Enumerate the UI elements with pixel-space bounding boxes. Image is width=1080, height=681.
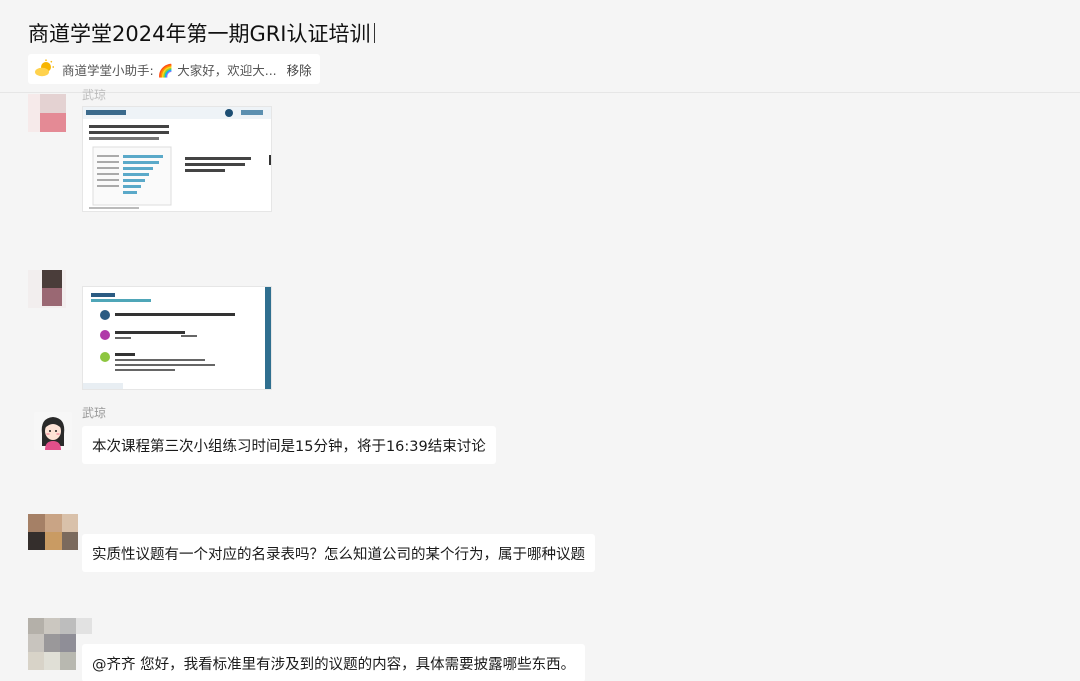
avatar[interactable] bbox=[28, 514, 78, 550]
chat-header: 商道学堂2024年第一期GRI认证培训 商道学堂小助手: 🌈 大家好，欢迎大..… bbox=[0, 0, 1080, 93]
chat-title-text: 商道学堂2024年第一期GRI认证培训 bbox=[28, 22, 371, 46]
message-text: 本次课程第三次小组练习时间是15分钟，将于16:39结束讨论 bbox=[92, 438, 486, 455]
message-bubble[interactable]: 本次课程第三次小组练习时间是15分钟，将于16:39结束讨论 bbox=[82, 426, 496, 464]
pinned-message-text: 商道学堂小助手: 🌈 大家好，欢迎大... bbox=[62, 62, 277, 78]
cartoon-girl-icon bbox=[34, 412, 72, 450]
message-text: @齐齐 您好，我看标准里有涉及到的议题的内容，具体需要披露哪些东西。 bbox=[92, 656, 576, 673]
avatar[interactable] bbox=[34, 412, 72, 450]
remove-pin-button[interactable]: 移除 bbox=[287, 60, 312, 79]
sender-name: 武琼 bbox=[82, 406, 107, 420]
chat-title: 商道学堂2024年第一期GRI认证培训 bbox=[28, 18, 375, 48]
sender-name: 武琼 bbox=[82, 88, 107, 102]
slide-thumbnail-icon bbox=[83, 107, 271, 209]
avatar[interactable] bbox=[28, 270, 66, 308]
image-message[interactable] bbox=[82, 106, 272, 212]
slide-thumbnail-icon bbox=[83, 287, 271, 389]
message-bubble[interactable]: @齐齐 您好，我看标准里有涉及到的议题的内容，具体需要披露哪些东西。 bbox=[82, 644, 586, 681]
message-bubble[interactable]: 实质性议题有一个对应的名录表吗？怎么知道公司的某个行为，属于哪种议题 bbox=[82, 534, 595, 572]
text-caret bbox=[373, 23, 375, 43]
sun-cloud-icon bbox=[35, 59, 54, 77]
avatar[interactable] bbox=[28, 94, 66, 132]
message-text: 实质性议题有一个对应的名录表吗？怎么知道公司的某个行为，属于哪种议题 bbox=[92, 546, 585, 563]
pinned-message[interactable]: 商道学堂小助手: 🌈 大家好，欢迎大... 移除 bbox=[28, 54, 320, 84]
image-message[interactable] bbox=[82, 286, 272, 390]
